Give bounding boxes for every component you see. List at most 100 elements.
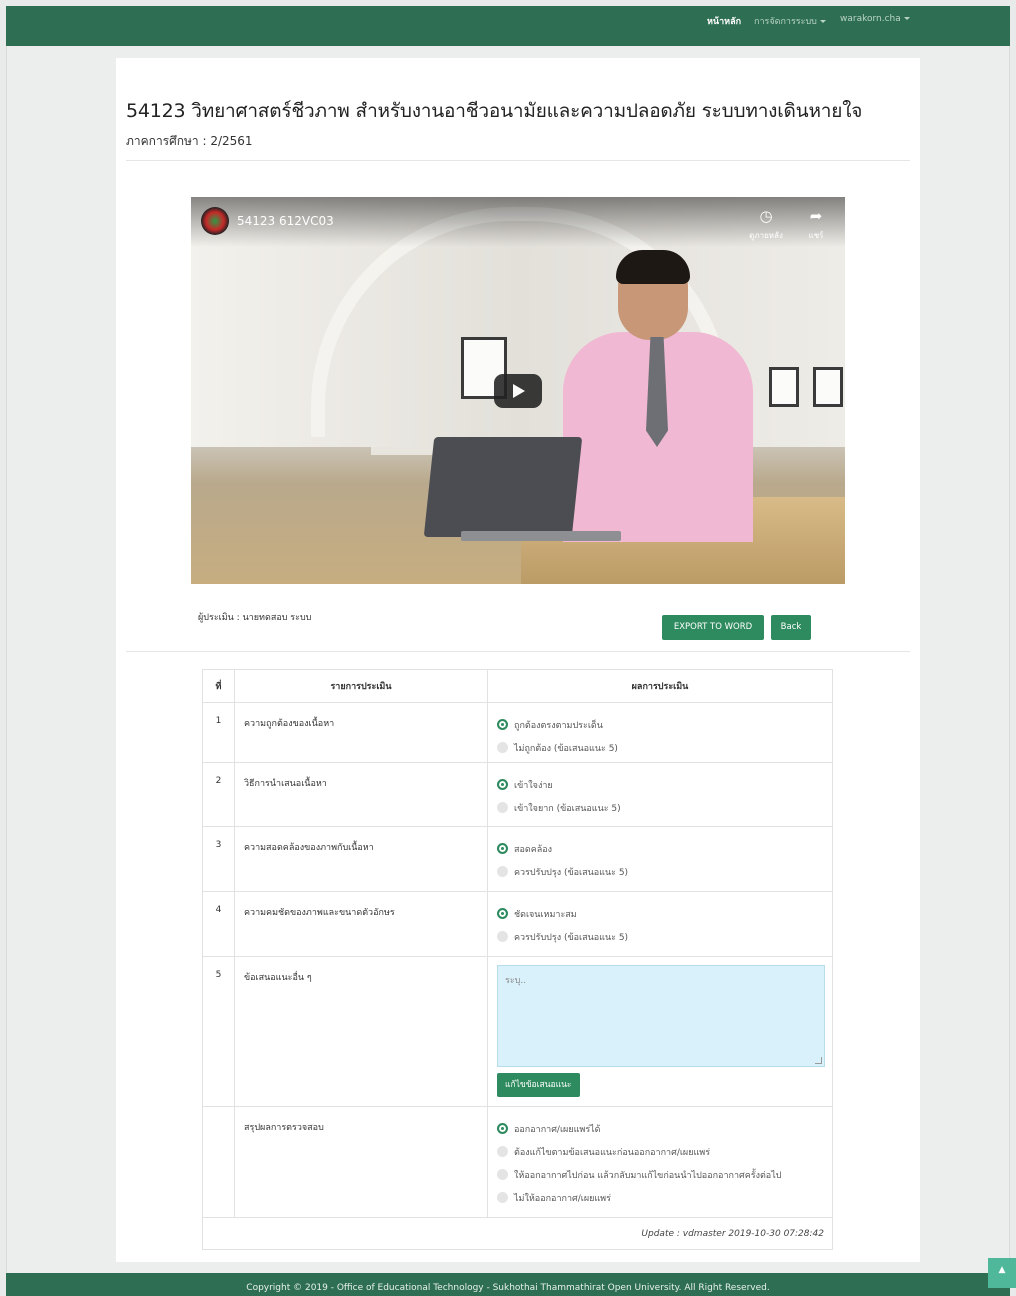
row-number: 5 xyxy=(202,956,235,1107)
radio-unchecked-icon[interactable] xyxy=(497,1146,508,1157)
radio-unchecked-icon[interactable] xyxy=(497,802,508,813)
row-number: 3 xyxy=(202,826,235,892)
option-label: ให้ออกอากาศไปก่อน แล้วกลับมาแก้ไขก่อนนำไ… xyxy=(514,1170,782,1181)
radio-checked-icon[interactable] xyxy=(497,779,508,790)
video-frame-laptop-base xyxy=(461,531,621,541)
divider xyxy=(126,160,910,161)
table-row: 4 ความคมชัดของภาพและขนาดตัวอักษร ชัดเจนเ… xyxy=(202,891,833,957)
row-number: 2 xyxy=(202,762,235,827)
video-frame-laptop xyxy=(423,437,583,537)
radio-option[interactable]: ให้ออกอากาศไปก่อน แล้วกลับมาแก้ไขก่อนนำไ… xyxy=(497,1163,832,1186)
row-item: ความสอดคล้องของภาพกับเนื้อหา xyxy=(234,826,488,892)
option-label: ไม่ให้ออกอากาศ/เผยแพร่ xyxy=(514,1193,611,1204)
radio-unchecked-icon[interactable] xyxy=(497,866,508,877)
watch-later-label: ดูภายหลัง xyxy=(749,231,783,240)
top-navbar xyxy=(6,6,1010,46)
radio-option[interactable]: ควรปรับปรุง (ข้อเสนอแนะ 5) xyxy=(497,925,832,948)
share-label: แชร์ xyxy=(808,231,824,240)
share-arrow-icon: ➦ xyxy=(809,207,823,225)
table-row: สรุปผลการตรวจสอบ ออกอากาศ/เผยแพร่ได้ ต้อ… xyxy=(202,1106,833,1218)
nav-manage-menu[interactable]: การจัดการระบบ xyxy=(754,14,826,28)
nav-manage-label: การจัดการระบบ xyxy=(754,17,817,27)
nav-user-label: warakorn.cha xyxy=(840,14,901,24)
update-info: Update : vdmaster 2019-10-30 07:28:42 xyxy=(202,1217,833,1250)
export-to-word-button[interactable]: EXPORT TO WORD xyxy=(662,615,764,640)
table-row: 3 ความสอดคล้องของภาพกับเนื้อหา สอดคล้อง … xyxy=(202,826,833,892)
channel-logo-icon[interactable] xyxy=(201,207,229,235)
radio-option[interactable]: ไม่ให้ออกอากาศ/เผยแพร่ xyxy=(497,1186,832,1209)
option-label: สอดคล้อง xyxy=(514,844,553,855)
video-player[interactable]: 54123 612VC03 ◷ ดูภายหลัง ➦ แชร์ xyxy=(191,197,845,584)
option-label: ต้องแก้ไขตามข้อเสนอแนะก่อนออกอากาศ/เผยแพ… xyxy=(514,1147,711,1158)
option-label: เข้าใจยาก (ข้อเสนอแนะ 5) xyxy=(514,803,621,814)
row-result: ออกอากาศ/เผยแพร่ได้ ต้องแก้ไขตามข้อเสนอแ… xyxy=(487,1106,833,1218)
nav-user-menu[interactable]: warakorn.cha xyxy=(840,14,910,24)
radio-unchecked-icon[interactable] xyxy=(497,1192,508,1203)
evaluator-label: ผู้ประเมิน : นายทดสอบ ระบบ xyxy=(198,613,312,623)
option-label: ออกอากาศ/เผยแพร่ได้ xyxy=(514,1124,601,1135)
row-number: 4 xyxy=(202,891,235,957)
table-row: 1 ความถูกต้องของเนื้อหา ถูกต้องตรงตามประ… xyxy=(202,702,833,763)
option-label: ควรปรับปรุง (ข้อเสนอแนะ 5) xyxy=(514,932,629,943)
row-result: ชัดเจนเหมาะสม ควรปรับปรุง (ข้อเสนอแนะ 5) xyxy=(487,891,833,957)
table-row: 5 ข้อเสนอแนะอื่น ๆ ระบุ.. แก้ไขข้อเสนอแน… xyxy=(202,956,833,1107)
radio-checked-icon[interactable] xyxy=(497,908,508,919)
row-item: ความคมชัดของภาพและขนาดตัวอักษร xyxy=(234,891,488,957)
chevron-up-icon: ▲ xyxy=(998,1265,1006,1275)
back-button[interactable]: Back xyxy=(771,615,811,640)
radio-option[interactable]: เข้าใจยาก (ข้อเสนอแนะ 5) xyxy=(497,796,832,819)
header-result: ผลการประเมิน xyxy=(487,669,833,703)
row-item: วิธีการนำเสนอเนื้อหา xyxy=(234,762,488,827)
chevron-down-icon xyxy=(903,17,910,20)
option-label: ชัดเจนเหมาะสม xyxy=(514,909,577,920)
row-result: เข้าใจง่าย เข้าใจยาก (ข้อเสนอแนะ 5) xyxy=(487,762,833,827)
row-item: ข้อเสนอแนะอื่น ๆ xyxy=(234,956,488,1107)
radio-checked-icon[interactable] xyxy=(497,1123,508,1134)
table-footer-row: Update : vdmaster 2019-10-30 07:28:42 xyxy=(202,1217,833,1250)
divider xyxy=(126,651,910,652)
edit-suggestion-button[interactable]: แก้ไขข้อเสนอแนะ xyxy=(497,1073,580,1097)
option-label: ไม่ถูกต้อง (ข้อเสนอแนะ 5) xyxy=(514,743,618,754)
nav-home-link[interactable]: หน้าหลัก xyxy=(707,14,741,28)
header-item: รายการประเมิน xyxy=(234,669,488,703)
chevron-down-icon xyxy=(819,20,826,23)
watch-later-button[interactable]: ◷ ดูภายหลัง xyxy=(741,207,791,242)
row-item: ความถูกต้องของเนื้อหา xyxy=(234,702,488,763)
row-number xyxy=(202,1106,235,1218)
row-result: ระบุ.. แก้ไขข้อเสนอแนะ xyxy=(487,956,833,1107)
table-row: 2 วิธีการนำเสนอเนื้อหา เข้าใจง่าย เข้าใจ… xyxy=(202,762,833,827)
row-result: ถูกต้องตรงตามประเด็น ไม่ถูกต้อง (ข้อเสนอ… xyxy=(487,702,833,763)
radio-option[interactable]: สอดคล้อง xyxy=(497,837,832,860)
radio-checked-icon[interactable] xyxy=(497,843,508,854)
video-title[interactable]: 54123 612VC03 xyxy=(237,214,334,228)
radio-unchecked-icon[interactable] xyxy=(497,1169,508,1180)
play-button-icon[interactable] xyxy=(494,374,542,408)
radio-option[interactable]: ชัดเจนเหมาะสม xyxy=(497,902,832,925)
radio-option[interactable]: ไม่ถูกต้อง (ข้อเสนอแนะ 5) xyxy=(497,736,832,759)
radio-option[interactable]: ต้องแก้ไขตามข้อเสนอแนะก่อนออกอากาศ/เผยแพ… xyxy=(497,1140,832,1163)
video-frame-poster xyxy=(813,367,843,407)
radio-option[interactable]: ถูกต้องตรงตามประเด็น xyxy=(497,713,832,736)
option-label: เข้าใจง่าย xyxy=(514,780,553,791)
page-title: 54123 วิทยาศาสตร์ชีวภาพ สำหรับงานอาชีวอน… xyxy=(126,100,863,122)
share-button[interactable]: ➦ แชร์ xyxy=(791,207,841,242)
radio-option[interactable]: ควรปรับปรุง (ข้อเสนอแนะ 5) xyxy=(497,860,832,883)
footer-copyright: Copyright © 2019 - Office of Educational… xyxy=(6,1273,1010,1296)
radio-unchecked-icon[interactable] xyxy=(497,742,508,753)
header-number: ที่ xyxy=(202,669,235,703)
evaluation-table: ที่ รายการประเมิน ผลการประเมิน 1 ความถูก… xyxy=(202,669,833,1250)
semester-label: ภาคการศึกษา : 2/2561 xyxy=(126,134,253,148)
option-label: ถูกต้องตรงตามประเด็น xyxy=(514,720,603,731)
radio-option[interactable]: เข้าใจง่าย xyxy=(497,773,832,796)
radio-checked-icon[interactable] xyxy=(497,719,508,730)
radio-unchecked-icon[interactable] xyxy=(497,931,508,942)
option-label: ควรปรับปรุง (ข้อเสนอแนะ 5) xyxy=(514,867,629,878)
row-result: สอดคล้อง ควรปรับปรุง (ข้อเสนอแนะ 5) xyxy=(487,826,833,892)
suggestion-textarea[interactable]: ระบุ.. xyxy=(497,965,825,1067)
video-frame-poster xyxy=(769,367,799,407)
scroll-to-top-button[interactable]: ▲ xyxy=(988,1258,1016,1288)
row-item: สรุปผลการตรวจสอบ xyxy=(234,1106,488,1218)
video-frame-presenter xyxy=(563,250,753,542)
radio-option[interactable]: ออกอากาศ/เผยแพร่ได้ xyxy=(497,1117,832,1140)
clock-icon: ◷ xyxy=(759,207,773,225)
